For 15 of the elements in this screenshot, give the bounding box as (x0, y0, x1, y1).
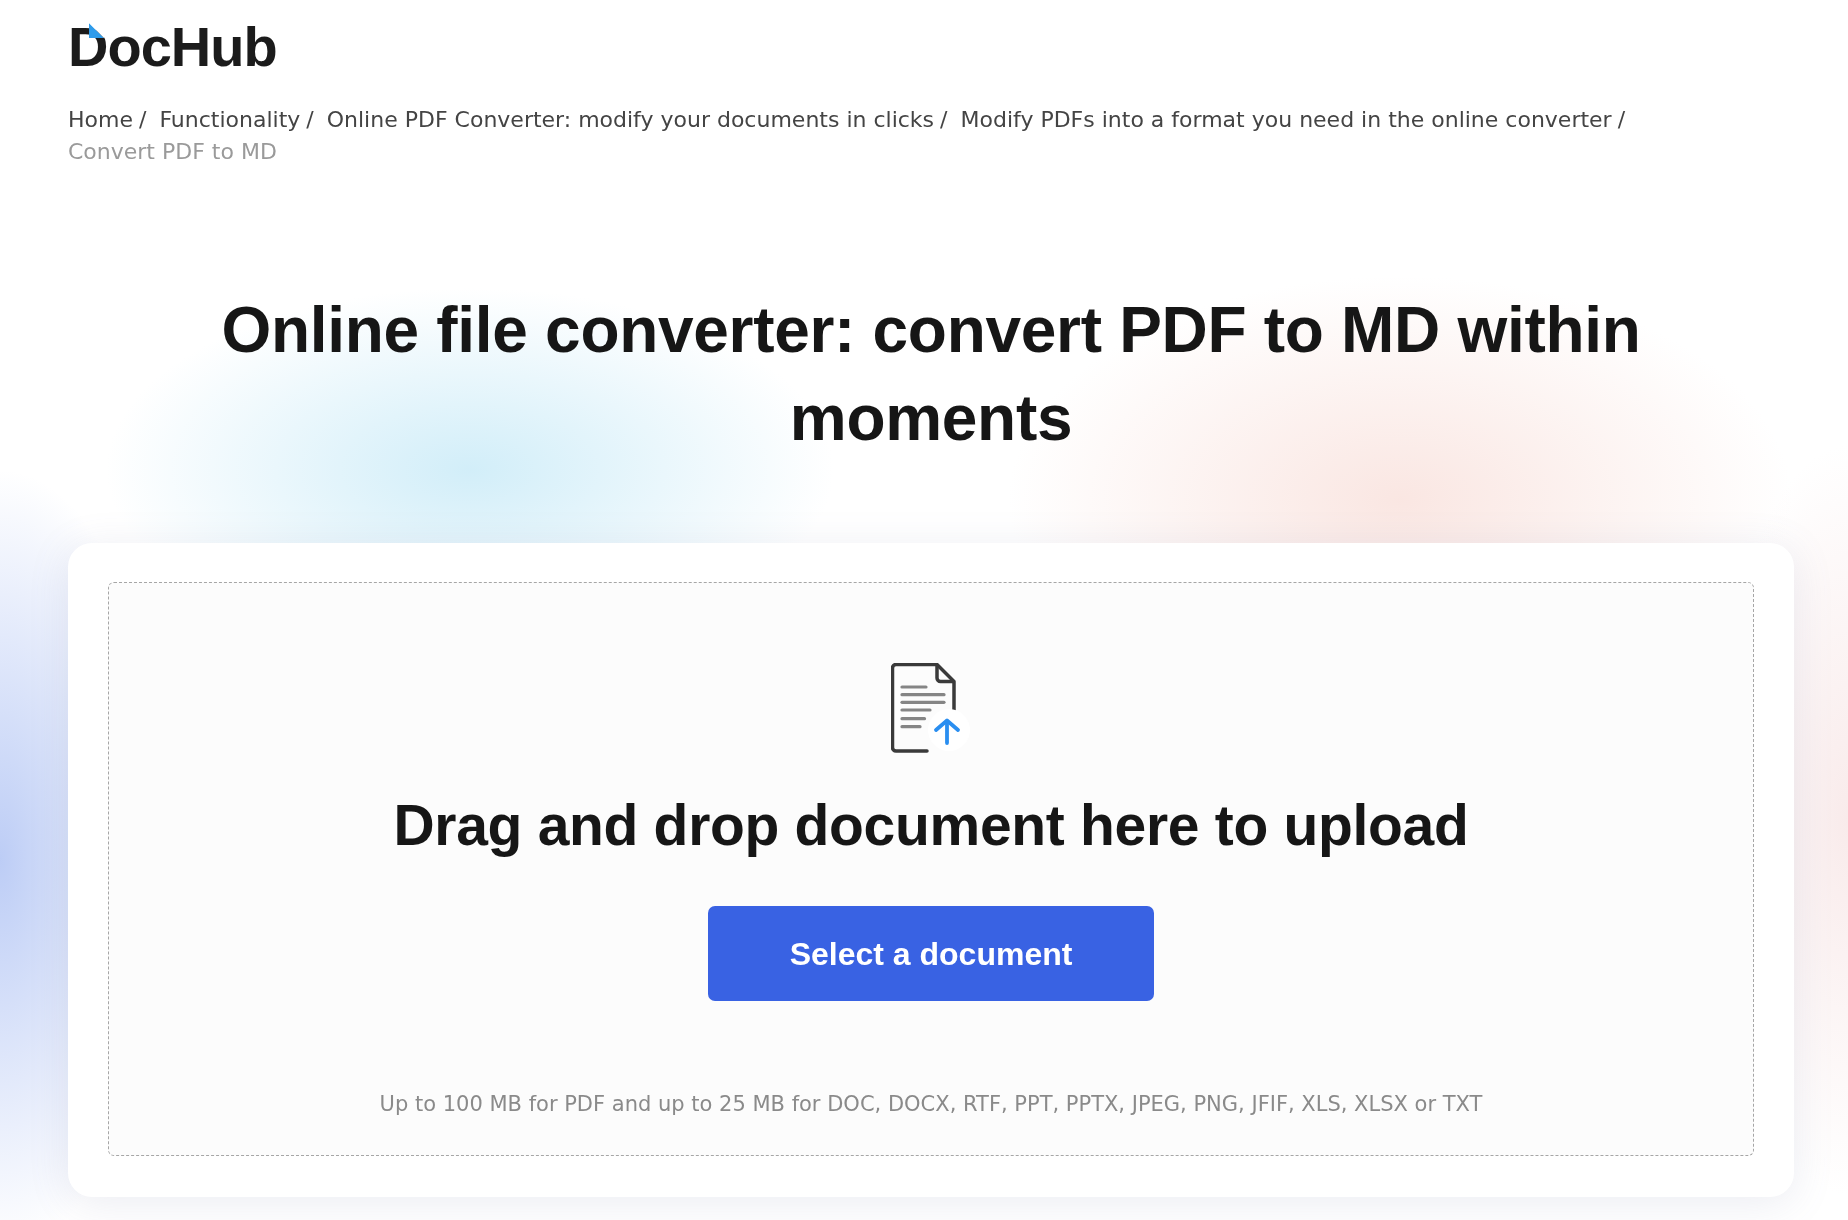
breadcrumb-link[interactable]: Online PDF Converter: modify your documents in clicks (326, 107, 935, 132)
breadcrumb-current: Convert PDF to MD (68, 139, 277, 164)
breadcrumb-link[interactable]: Functionality (159, 107, 301, 132)
breadcrumb-link[interactable]: Home (68, 107, 133, 132)
breadcrumb-separator: / (1617, 107, 1626, 132)
breadcrumb-link[interactable]: Modify PDFs into a format you need in the online converter (960, 107, 1612, 132)
upload-heading: Drag and drop document here to upload (393, 794, 1469, 856)
select-document-button[interactable]: Select a document (708, 906, 1154, 1001)
breadcrumb-separator: / (940, 107, 948, 132)
file-size-note: Up to 100 MB for PDF and up to 25 MB for DOC, DOCX, RTF, PPT, PPTX, JPEG, PNG, JFIF, XLS, XLSX or TXT (379, 1091, 1483, 1118)
breadcrumb-separator: / (306, 107, 314, 132)
page-heading: Online file converter: convert PDF to MD within moments (220, 293, 1642, 456)
drop-zone[interactable]: Drag and drop document here to upload Select a document Up to 100 MB for PDF and up to 25 MB for DOC, DOCX, RTF, PPT, PPTX, JPEG, PNG, JFIF, XLS, XLSX or TXT (108, 582, 1754, 1156)
logo[interactable]: DocHub (68, 19, 277, 75)
breadcrumb-separator: / (138, 107, 147, 132)
